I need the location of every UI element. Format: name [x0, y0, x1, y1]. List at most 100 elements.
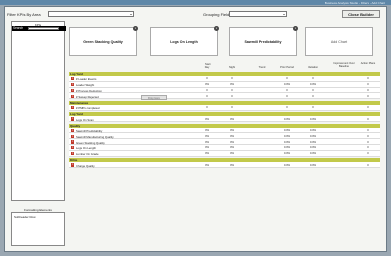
- kpi-value: 0.0%: [284, 83, 290, 87]
- kpi-value: 0: [231, 77, 233, 81]
- kpi-value: 0.0%: [310, 140, 316, 144]
- column-header: Day: [204, 66, 210, 69]
- kpi-value: 0: [206, 106, 208, 110]
- close-icon[interactable]: x: [293, 26, 298, 31]
- kpi-value: 0%: [205, 83, 209, 87]
- column-header: Variation: [307, 66, 319, 69]
- remove-row-icon[interactable]: ×: [71, 94, 75, 98]
- filter-label: Filter KPIs By Area: [7, 12, 41, 17]
- remove-row-icon[interactable]: ×: [71, 105, 75, 110]
- kpi-value: 0: [367, 134, 369, 138]
- kpi-name: Loader Weight: [76, 83, 95, 88]
- kpi-value: 0: [231, 88, 233, 92]
- column-header: Trend: [258, 66, 266, 69]
- kpi-value: 0.0%: [284, 152, 290, 156]
- kpi-name: Logs On Scan: [76, 117, 94, 122]
- kpi-value: 0%: [205, 146, 209, 150]
- kpi-value: 0: [367, 117, 369, 121]
- kpi-value: 0.0%: [310, 134, 316, 138]
- remove-row-icon[interactable]: ×: [71, 77, 75, 81]
- subheader-row-item[interactable]: Subheader Row: [14, 215, 36, 219]
- kpi-value: 0: [206, 77, 208, 81]
- kpi-value: 0.0%: [284, 117, 290, 121]
- table-row[interactable]: × Logs On Scan 0% 0% 0.0% 0.0% 0: [69, 116, 380, 122]
- table-row[interactable]: × Charge Quality 0% 0% 0.0% 0.0% 0: [69, 162, 380, 168]
- kpi-value: 0%: [205, 152, 209, 156]
- kpi-name: Green Stacking Quality: [76, 140, 105, 145]
- kpi-value: 0.0%: [310, 83, 316, 87]
- kpi-value: 0.0%: [310, 117, 316, 121]
- remove-row-icon[interactable]: ×: [71, 117, 75, 121]
- table-row[interactable]: × # Sweep Rejected 0 0 0 0 0: [69, 93, 380, 100]
- column-header: Improvement Over Baseline: [333, 62, 355, 68]
- remove-row-icon[interactable]: ×: [71, 163, 75, 167]
- kpi-value: 0: [367, 83, 369, 87]
- chart-card-sawmill-predictability[interactable]: x Sawmill Predictability: [229, 26, 298, 56]
- kpi-value: 0%: [230, 117, 234, 121]
- kpi-value: 0%: [230, 140, 234, 144]
- kpi-name: Sawmill Manufacturing Quality: [76, 134, 114, 139]
- kpi-value: 0: [206, 94, 208, 98]
- add-chart-card[interactable]: Add Chart: [305, 27, 373, 56]
- kpi-name: Logs On Length: [76, 146, 96, 151]
- kpi-name: # Loader Events: [76, 77, 97, 82]
- kpi-value: 0%: [230, 128, 234, 132]
- kpi-name: Charge Quality: [76, 163, 95, 168]
- kpi-name: Sawmill Predictability: [76, 128, 103, 133]
- chart-card-green-stacking[interactable]: x Green Stacking Quality: [69, 26, 138, 56]
- grouping-field-select[interactable]: [229, 11, 287, 17]
- kpi-grid: Start Day Night Trend Prior Period Varia…: [69, 62, 380, 243]
- kpi-name: Lumber On Grade: [76, 152, 99, 157]
- kpi-value: 0%: [230, 163, 234, 167]
- kpi-value: 0: [286, 106, 288, 110]
- chevron-down-icon: [130, 13, 133, 15]
- kpi-list-panel[interactable]: KPIs Search: [11, 21, 66, 201]
- remove-row-icon[interactable]: ×: [71, 82, 75, 87]
- add-chart-label: Add Chart: [330, 40, 348, 44]
- remove-row-icon[interactable]: ×: [71, 88, 75, 92]
- column-header: Action Plans: [360, 62, 376, 65]
- remove-row-icon[interactable]: ×: [71, 140, 75, 144]
- chart-card-logs-on-length[interactable]: x Logs On Length: [150, 26, 219, 56]
- kpi-value: 0%: [205, 134, 209, 138]
- close-builder-button[interactable]: Close Builder: [342, 10, 380, 18]
- chart-card-label: Sawmill Predictability: [244, 40, 282, 44]
- remove-row-icon[interactable]: ×: [71, 128, 75, 132]
- window-title: Business Analysis Studio - Filters - Add…: [324, 0, 385, 5]
- kpi-value: 0: [286, 88, 288, 92]
- chevron-down-icon: [283, 13, 286, 15]
- filter-kpis-select[interactable]: [48, 11, 134, 17]
- kpi-search-input[interactable]: [28, 26, 59, 31]
- remove-row-icon[interactable]: ×: [71, 151, 75, 156]
- close-icon[interactable]: x: [214, 26, 219, 31]
- remove-row-icon[interactable]: ×: [71, 134, 75, 138]
- kpi-value: 0: [367, 94, 369, 98]
- grouping-label: Grouping Field: [203, 12, 230, 17]
- kpi-value: 0.0%: [310, 152, 316, 156]
- kpi-value: 0: [367, 128, 369, 132]
- kpi-value: 0.0%: [310, 146, 316, 150]
- kpi-value: 0%: [205, 128, 209, 132]
- remove-row-icon[interactable]: ×: [71, 146, 75, 150]
- kpi-value: 0%: [205, 117, 209, 121]
- kpi-value: 0.0%: [284, 134, 290, 138]
- kpi-value: 0: [367, 106, 369, 110]
- table-row[interactable]: × # PMPs completed 0 0 0 0 0: [69, 104, 380, 111]
- kpi-value: 0%: [230, 83, 234, 87]
- kpi-value: 0%: [230, 152, 234, 156]
- kpi-value: 0: [231, 94, 233, 98]
- kpi-name: # Process Deduction: [76, 88, 102, 93]
- kpi-value: 0.0%: [284, 140, 290, 144]
- kpi-value: 0.0%: [284, 146, 290, 150]
- kpi-value: 0.0%: [284, 128, 290, 132]
- column-header: Night: [228, 66, 236, 69]
- kpi-value: 0.0%: [310, 163, 316, 167]
- close-icon[interactable]: x: [133, 26, 138, 31]
- table-row[interactable]: × Lumber On Grade 0% 0% 0.0% 0.0% 0: [69, 150, 380, 157]
- chart-card-label: Green Stacking Quality: [83, 40, 123, 44]
- kpi-value: 0: [231, 106, 233, 110]
- formatting-panel: Subheader Row: [11, 212, 65, 246]
- kpi-value: 0.0%: [284, 163, 290, 167]
- kpi-search-row: Search: [12, 26, 66, 31]
- chart-card-label: Logs On Length: [170, 40, 198, 44]
